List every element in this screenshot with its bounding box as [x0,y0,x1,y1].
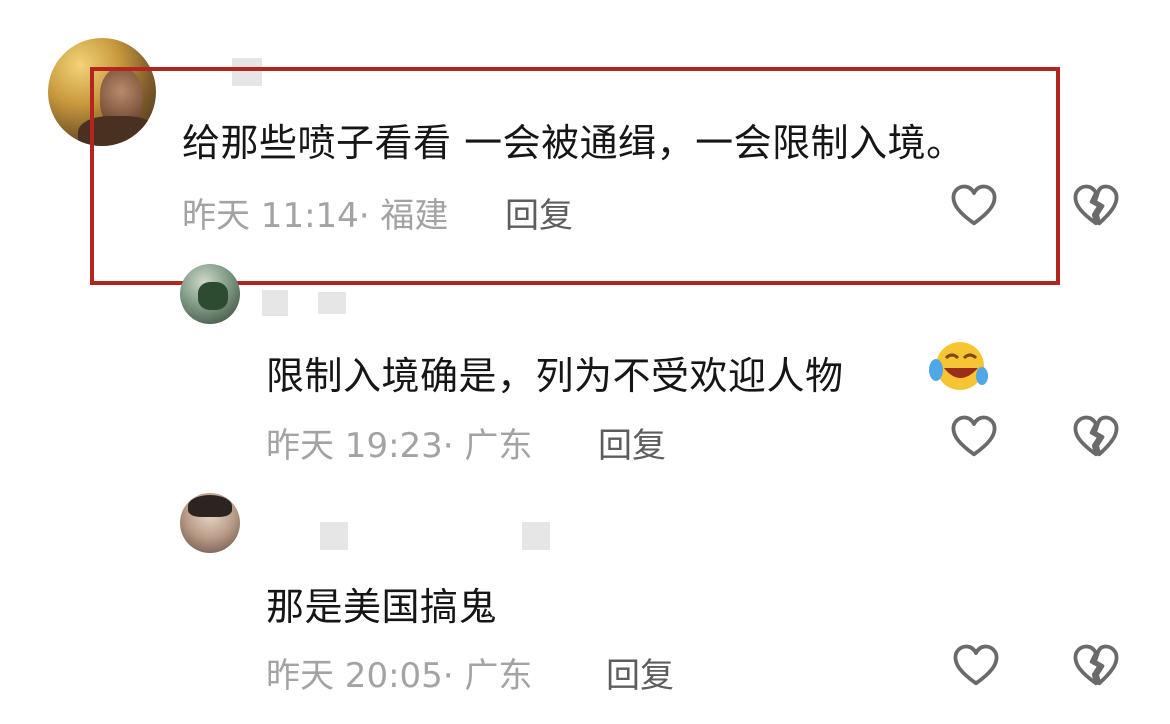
broken-heart-icon [1073,415,1119,457]
highlight-box [90,67,1060,285]
reply-avatar[interactable] [180,493,240,553]
heart-outline-icon [951,184,997,226]
dislike-button[interactable] [1070,640,1122,692]
reply-time: 昨天 19:23 [266,426,443,466]
like-button[interactable] [948,180,1000,232]
reply-time: 昨天 20:05 [266,656,443,696]
username-redacted [318,292,346,314]
dislike-button[interactable] [1070,180,1122,232]
like-button[interactable] [948,411,1000,463]
commenter-avatar[interactable] [48,38,156,146]
reply-location: · 广东 [442,426,533,466]
broken-heart-icon [1073,184,1119,226]
username-redacted [262,290,288,316]
heart-outline-icon [951,415,997,457]
username-redacted [320,522,348,550]
laughing-crying-emoji-icon [928,336,988,392]
reply-button[interactable]: 回复 [598,418,666,467]
reply-button[interactable]: 回复 [606,648,674,697]
username-redacted [522,522,550,550]
reply-location: · 广东 [442,656,533,696]
broken-heart-icon [1073,644,1119,686]
dislike-button[interactable] [1070,411,1122,463]
reply-timestamp: 昨天 19:23· 广东 [266,418,532,467]
comment-location: · 福建 [358,196,449,236]
reply-button[interactable]: 回复 [505,188,573,237]
reply-timestamp: 昨天 20:05· 广东 [266,648,532,697]
heart-outline-icon [953,644,999,686]
comment-time: 昨天 11:14 [182,196,359,236]
like-button[interactable] [950,640,1002,692]
reply-text: 限制入境确是，列为不受欢迎人物 [266,354,844,398]
reply-avatar[interactable] [180,264,240,324]
comment-timestamp: 昨天 11:14· 福建 [182,188,448,237]
username-redacted [232,58,262,86]
reply-text: 那是美国搞鬼 [266,585,498,629]
comment-text: 给那些喷子看看 一会被通缉，一会限制入境。 [182,121,965,165]
